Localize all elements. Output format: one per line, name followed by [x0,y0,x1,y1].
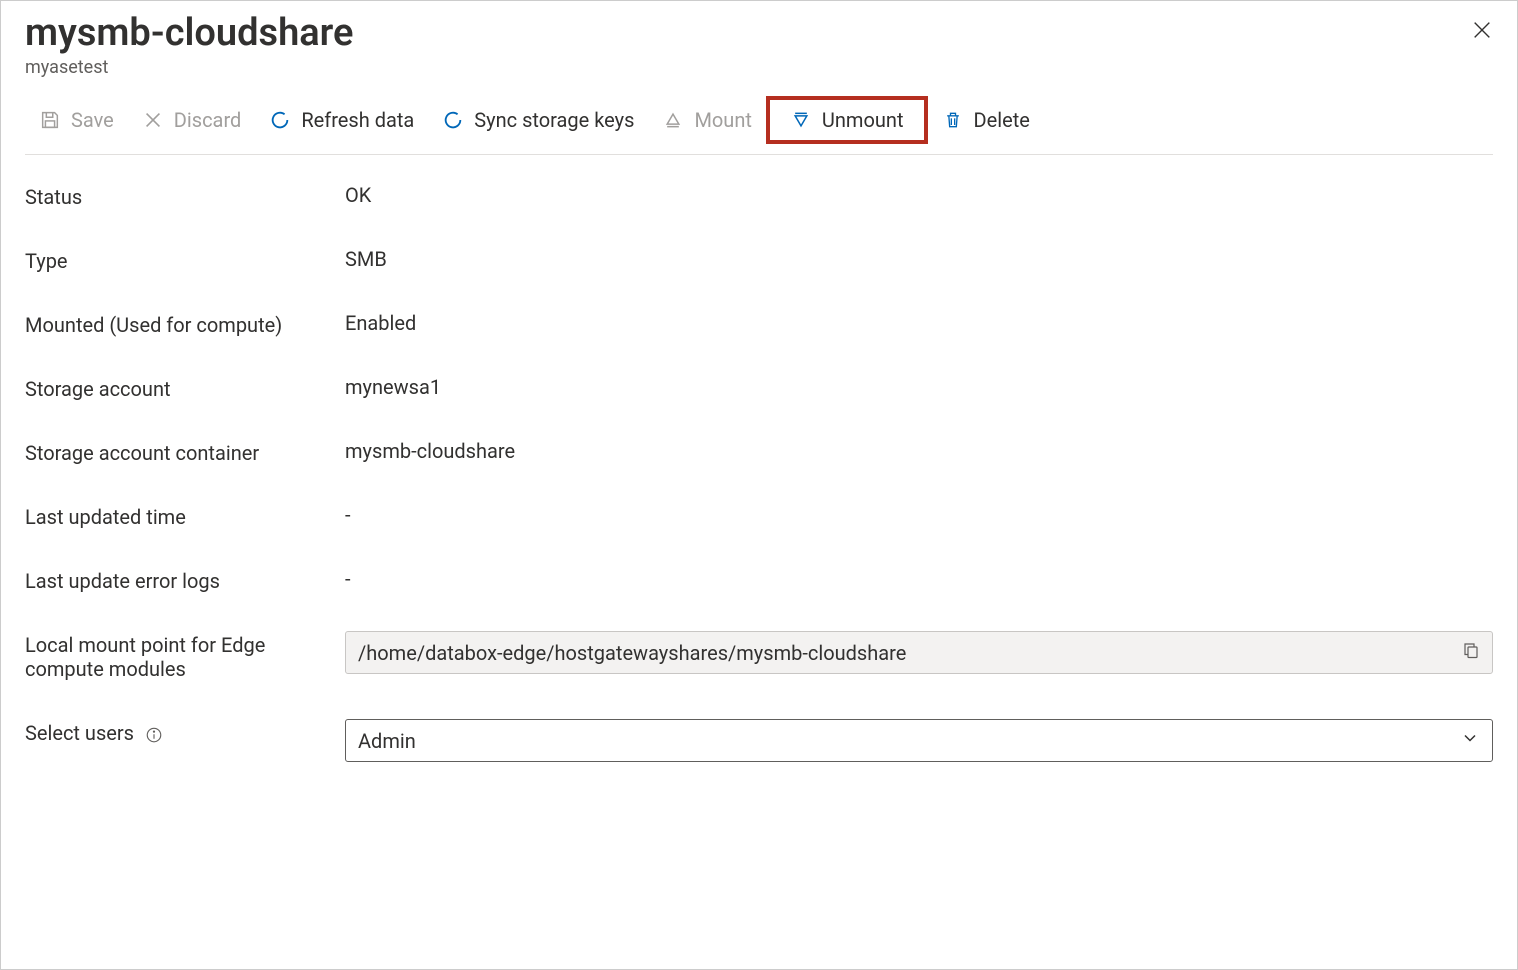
close-icon [1471,19,1493,41]
select-users-dropdown[interactable]: Admin [345,719,1493,762]
error-logs-label: Last update error logs [25,567,345,593]
mount-icon [662,109,684,131]
save-icon [39,109,61,131]
type-label: Type [25,247,345,273]
type-value: SMB [345,247,1493,271]
storage-account-value: mynewsa1 [345,375,1493,399]
discard-button: Discard [128,102,256,138]
select-users-label-cell: Select users [25,719,345,745]
mount-point-field: /home/databox-edge/hostgatewayshares/mys… [345,631,1493,674]
mounted-value: Enabled [345,311,1493,335]
details-grid: Status OK Type SMB Mounted (Used for com… [25,183,1493,762]
refresh-icon [269,109,291,131]
status-label: Status [25,183,345,209]
page-subtitle: myasetest [25,57,1493,78]
select-users-label: Select users [25,721,134,745]
mounted-label: Mounted (Used for compute) [25,311,345,337]
unmount-highlight: Unmount [766,96,928,144]
unmount-button[interactable]: Unmount [776,102,918,138]
sync-label: Sync storage keys [474,108,634,132]
refresh-data-button[interactable]: Refresh data [255,102,428,138]
close-button[interactable] [1471,19,1493,46]
mount-point-label: Local mount point for Edge compute modul… [25,631,345,681]
mount-point-value: /home/databox-edge/hostgatewayshares/mys… [358,641,906,665]
copy-mount-point-button[interactable] [1462,640,1480,665]
status-value: OK [345,183,1493,207]
unmount-label: Unmount [822,108,904,132]
refresh-label: Refresh data [301,108,414,132]
sync-storage-keys-button[interactable]: Sync storage keys [428,102,648,138]
discard-icon [142,109,164,131]
select-users-field-wrap: Admin [345,719,1493,762]
share-details-pane: mysmb-cloudshare myasetest Save Discard … [1,1,1517,786]
delete-icon [942,109,964,131]
mount-button: Mount [648,102,765,138]
storage-account-label: Storage account [25,375,345,401]
last-updated-value: - [345,503,1493,527]
info-icon[interactable] [145,726,163,744]
delete-button[interactable]: Delete [928,102,1044,138]
sync-icon [442,109,464,131]
last-updated-label: Last updated time [25,503,345,529]
discard-label: Discard [174,108,242,132]
error-logs-value: - [345,567,1493,591]
unmount-icon [790,109,812,131]
delete-label: Delete [974,108,1030,132]
mount-label: Mount [694,108,751,132]
chevron-down-icon [1460,728,1480,753]
save-label: Save [71,108,114,132]
page-title: mysmb-cloudshare [25,11,1493,55]
copy-icon [1462,640,1480,660]
container-label: Storage account container [25,439,345,465]
toolbar: Save Discard Refresh data Sync storage k… [25,96,1493,155]
mount-point-field-wrap: /home/databox-edge/hostgatewayshares/mys… [345,631,1493,674]
select-users-value: Admin [358,729,416,753]
save-button: Save [25,102,128,138]
container-value: mysmb-cloudshare [345,439,1493,463]
